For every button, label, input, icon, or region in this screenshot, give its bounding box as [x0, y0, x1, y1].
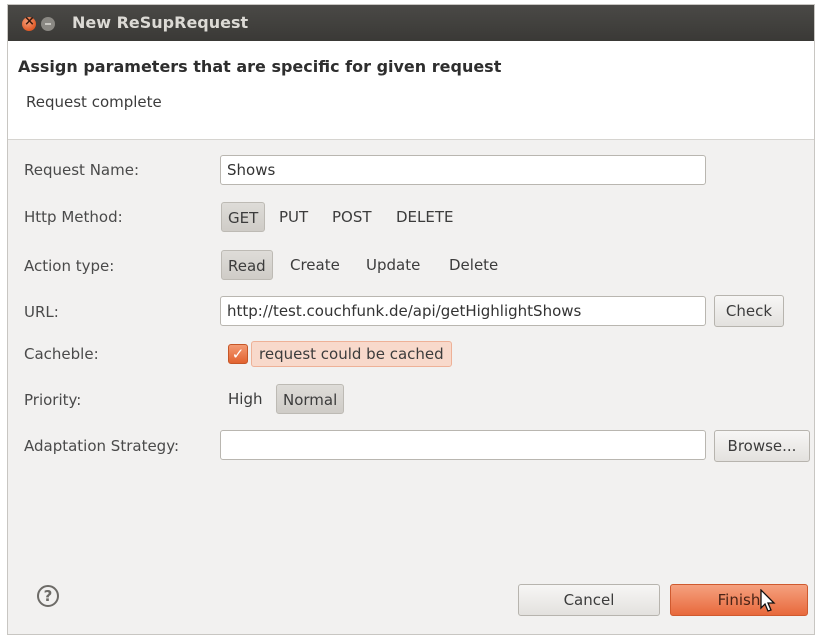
dialog-window: New ReSupRequest Assign parameters that …: [8, 5, 814, 634]
browse-button[interactable]: Browse...: [714, 430, 810, 462]
action-type-delete-toggle[interactable]: Delete: [443, 250, 504, 280]
url-input[interactable]: http://test.couchfunk.de/api/getHighligh…: [220, 296, 706, 326]
title-bar: New ReSupRequest: [8, 5, 814, 41]
action-type-create-toggle[interactable]: Create: [284, 250, 346, 280]
priority-high-toggle[interactable]: High: [222, 384, 268, 414]
request-name-input[interactable]: Shows: [220, 155, 706, 185]
mouse-pointer-icon: [760, 589, 776, 612]
finish-button[interactable]: Finish: [670, 584, 808, 616]
http-method-put-toggle[interactable]: PUT: [273, 202, 314, 232]
close-window-button[interactable]: [22, 14, 36, 31]
request-name-label: Request Name:: [24, 161, 140, 179]
http-method-delete-toggle[interactable]: DELETE: [390, 202, 460, 232]
action-type-read-toggle[interactable]: Read: [221, 250, 273, 280]
url-label: URL:: [24, 303, 59, 321]
cacheble-checkbox[interactable]: ✓: [228, 344, 248, 364]
http-method-label: Http Method:: [24, 208, 123, 226]
adaptation-strategy-label: Adaptation Strategy:: [24, 437, 180, 455]
wizard-banner: Assign parameters that are specific for …: [8, 41, 814, 140]
action-type-label: Action type:: [24, 257, 115, 275]
window-title: New ReSupRequest: [72, 13, 249, 32]
cancel-button[interactable]: Cancel: [518, 584, 660, 616]
banner-message: Request complete: [26, 93, 162, 111]
help-icon[interactable]: ?: [37, 585, 59, 607]
banner-title: Assign parameters that are specific for …: [18, 57, 502, 76]
priority-label: Priority:: [24, 391, 82, 409]
cacheble-checkbox-label[interactable]: request could be cached: [251, 341, 452, 367]
check-url-button[interactable]: Check: [714, 295, 784, 327]
adaptation-strategy-input[interactable]: [220, 430, 706, 460]
http-method-post-toggle[interactable]: POST: [326, 202, 378, 232]
action-type-update-toggle[interactable]: Update: [360, 250, 426, 280]
http-method-get-toggle[interactable]: GET: [221, 202, 266, 232]
minimize-window-button[interactable]: [41, 17, 55, 31]
priority-normal-toggle[interactable]: Normal: [276, 384, 345, 414]
cacheble-label: Cacheble:: [24, 345, 99, 363]
